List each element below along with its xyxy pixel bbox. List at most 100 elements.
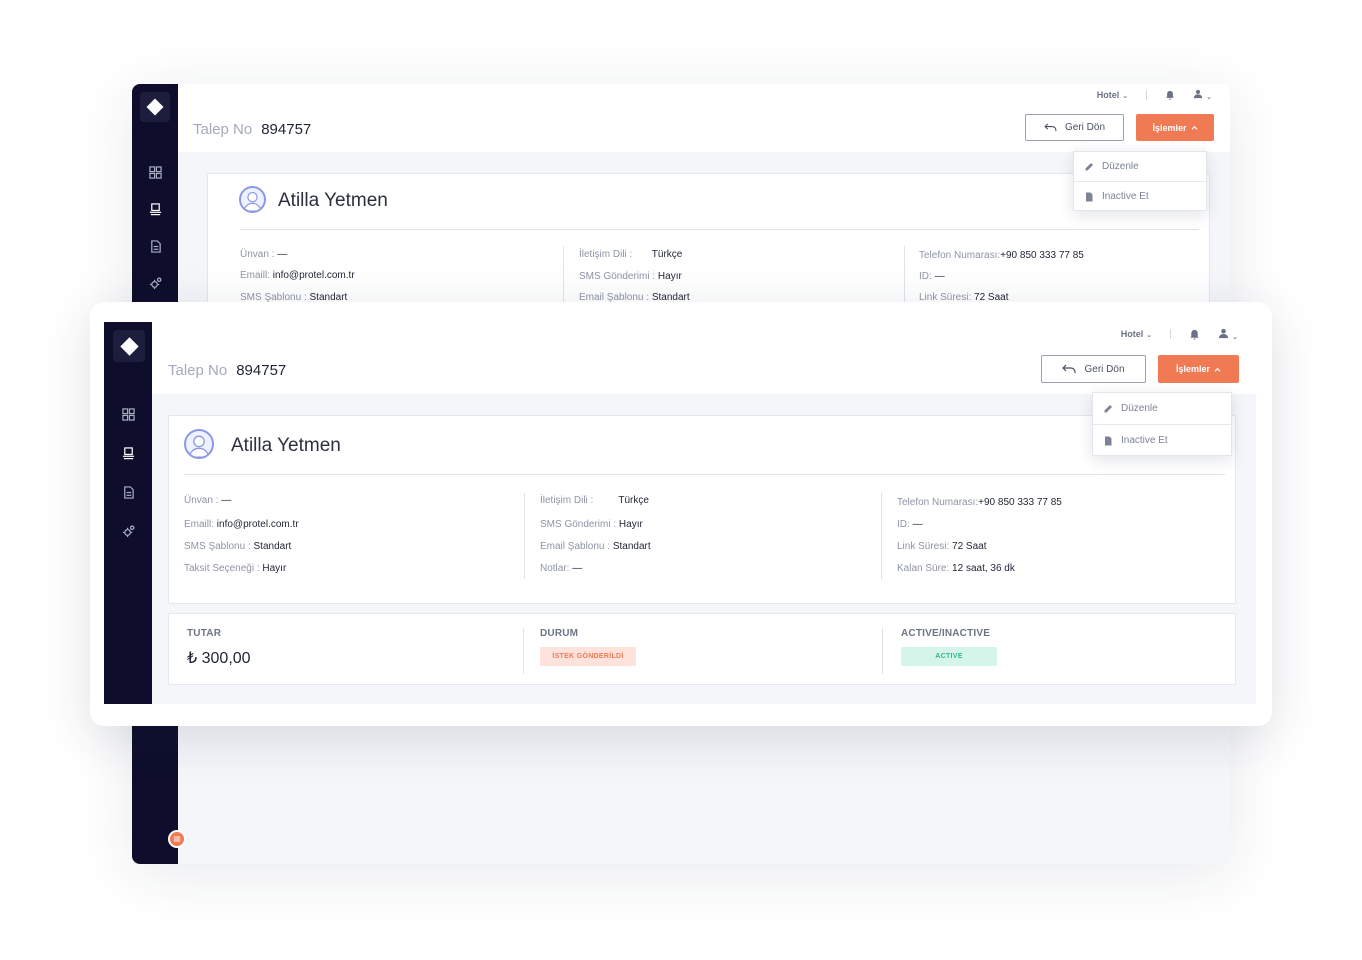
settings-icon[interactable] <box>132 277 178 290</box>
foreground-window: Hotel ⌄ ⌄ Talep No 894757 Geri Dön İşleml… <box>104 322 1256 704</box>
dropdown-item-inactive[interactable]: Inactive Et <box>1074 182 1206 211</box>
divider <box>523 628 524 674</box>
settings-icon[interactable] <box>104 525 152 538</box>
divider <box>882 628 883 674</box>
actions-button-label: İşlemler <box>1175 364 1211 374</box>
user-menu[interactable]: ⌄ <box>1193 89 1212 101</box>
status-label: DURUM <box>540 628 579 639</box>
dropdown-item-edit[interactable]: Düzenle <box>1093 393 1231 424</box>
amount-stat: TUTAR ₺ 300,00 <box>187 614 517 684</box>
hotel-selector[interactable]: Hotel ⌄ <box>1097 90 1128 100</box>
detail-label: SMS Şablonu : <box>184 541 251 552</box>
dropdown-item-label: Düzenle <box>1121 403 1158 414</box>
detail-label: Ünvan : <box>240 249 275 260</box>
customer-name: Atilla Yetmen <box>278 190 388 211</box>
back-button[interactable]: Geri Dön <box>1041 355 1146 383</box>
dropdown-item-label: Inactive Et <box>1102 191 1149 202</box>
back-button-label: Geri Dön <box>1064 122 1105 133</box>
document-icon[interactable] <box>132 240 178 253</box>
detail-value: Standart <box>612 541 651 552</box>
detail-value: +90 850 333 77 85 <box>978 497 1062 508</box>
topbar: Hotel ⌄ ⌄ <box>178 84 1230 106</box>
talep-number: 894757 <box>261 120 312 138</box>
chevron-up-icon <box>1214 367 1221 372</box>
actions-button-label: İşlemler <box>1152 122 1187 133</box>
detail-value: info@protel.com.tr <box>272 270 355 281</box>
detail-label: Kalan Süre: <box>897 563 950 574</box>
divider <box>881 493 882 579</box>
diamond-logo-icon <box>146 98 164 116</box>
divider <box>524 493 525 579</box>
back-button[interactable]: Geri Dön <box>1025 114 1124 141</box>
customer-name: Atilla Yetmen <box>231 435 341 456</box>
detail-value: Standart <box>253 541 292 552</box>
status-badge: İSTEK GÖNDERİLDİ <box>540 647 636 666</box>
sidebar <box>104 322 152 704</box>
active-label: ACTIVE/INACTIVE <box>901 628 991 639</box>
detail-value: Hayır <box>657 271 682 282</box>
logo[interactable] <box>113 330 145 362</box>
chevron-down-icon: ⌄ <box>1206 94 1212 101</box>
amount-label: TUTAR <box>187 628 222 639</box>
desk-icon[interactable] <box>104 447 152 460</box>
summary-panel: TUTAR ₺ 300,00 DURUM İSTEK GÖNDERİLDİ AC… <box>168 613 1236 685</box>
avatar <box>239 186 266 213</box>
hotel-label: Hotel <box>1120 329 1144 339</box>
active-badge: ACTIVE <box>901 647 997 666</box>
hotel-label: Hotel <box>1096 90 1120 100</box>
menu-button[interactable] <box>168 830 186 848</box>
detail-label: ID: <box>919 271 932 282</box>
pencil-icon <box>1104 404 1112 412</box>
detail-label: Telefon Numarası: <box>897 497 979 508</box>
page-header: Talep No 894757 Geri Dön İşlemler <box>178 106 1230 152</box>
bell-icon[interactable] <box>1189 329 1200 340</box>
document-icon[interactable] <box>104 486 152 499</box>
detail-value: — <box>221 495 232 506</box>
detail-value: Türkçe <box>651 249 683 260</box>
talep-label: Talep No <box>168 361 228 379</box>
detail-label: Ünvan : <box>184 495 219 506</box>
hotel-selector[interactable]: Hotel ⌄ <box>1121 329 1152 339</box>
dropdown-item-label: Inactive Et <box>1121 435 1168 446</box>
logo[interactable] <box>140 92 170 122</box>
detail-label: SMS Gönderimi : <box>540 519 617 530</box>
user-icon <box>1193 89 1203 99</box>
detail-value: 12 saat, 36 dk <box>952 563 1015 574</box>
file-icon <box>1086 192 1093 201</box>
detail-value: info@protel.com.tr <box>216 519 299 530</box>
grid-icon[interactable] <box>132 166 178 179</box>
talep-label: Talep No <box>193 120 253 138</box>
user-icon <box>1219 328 1229 338</box>
detail-label: İletişim Dili : <box>540 495 594 506</box>
desk-icon[interactable] <box>132 203 178 216</box>
detail-value: Türkçe <box>618 495 649 506</box>
detail-value: 72 Saat <box>952 541 987 552</box>
detail-value: — <box>912 519 923 530</box>
detail-value: Hayır <box>262 563 287 574</box>
detail-label: Email Şablonu : <box>540 541 611 552</box>
grid-icon[interactable] <box>104 408 152 421</box>
detail-label: SMS Gönderimi : <box>579 271 656 282</box>
bell-icon[interactable] <box>1165 90 1175 100</box>
detail-value: — <box>277 249 288 260</box>
diamond-logo-icon <box>119 336 139 356</box>
actions-button[interactable]: İşlemler <box>1136 114 1214 141</box>
topbar: Hotel ⌄ ⌄ <box>152 322 1256 346</box>
user-menu[interactable]: ⌄ <box>1218 328 1238 341</box>
chevron-down-icon: ⌄ <box>1232 333 1238 341</box>
detail-label: Emaill: <box>184 519 215 530</box>
back-button-label: Geri Dön <box>1084 363 1125 375</box>
dropdown-item-edit[interactable]: Düzenle <box>1074 152 1206 181</box>
actions-button[interactable]: İşlemler <box>1158 355 1239 383</box>
talep-number: 894757 <box>236 361 287 379</box>
customer-panel: Atilla Yetmen Ünvan : — Emaill: info@pro… <box>168 415 1236 604</box>
dropdown-item-label: Düzenle <box>1102 161 1139 172</box>
detail-value: Hayır <box>618 519 643 530</box>
file-icon <box>1105 436 1112 445</box>
detail-label: ID: <box>897 519 910 530</box>
dropdown-item-inactive[interactable]: Inactive Et <box>1093 425 1231 456</box>
amount-value: ₺ 300,00 <box>187 650 251 667</box>
back-arrow-icon <box>1062 364 1077 373</box>
avatar <box>184 429 214 459</box>
detail-label: Link Süresi: <box>897 541 950 552</box>
